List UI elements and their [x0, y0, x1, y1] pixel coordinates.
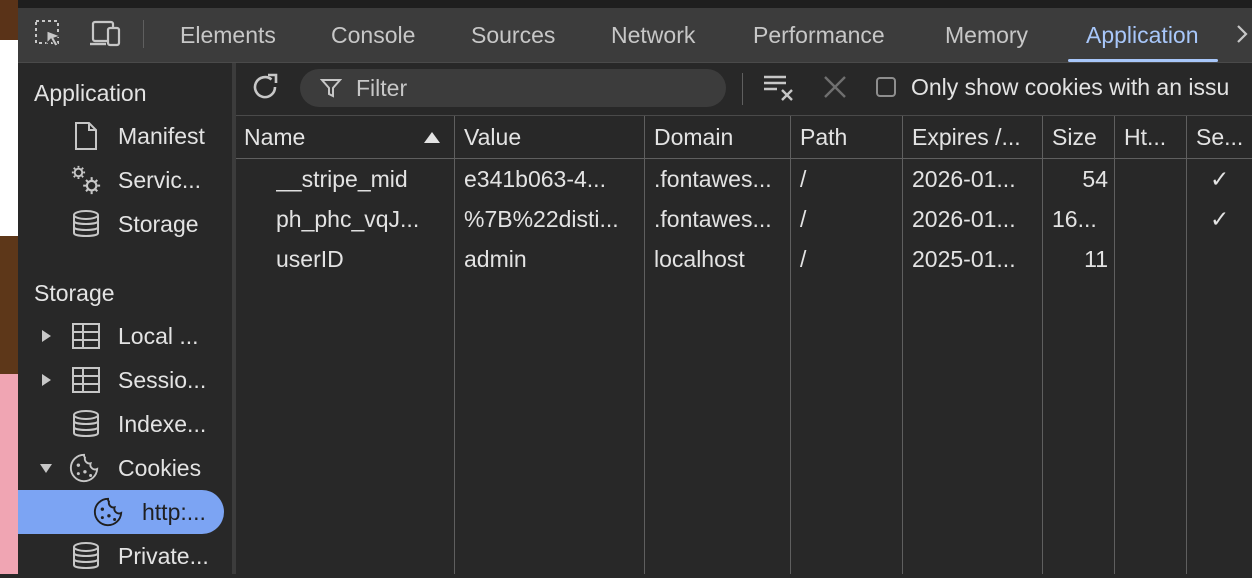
cookie-value: e341b063-4... [464, 166, 606, 192]
tab-application[interactable]: Application [1086, 18, 1199, 56]
cookie-size: 11 [1084, 246, 1108, 272]
column-header-domain[interactable]: Domain [654, 124, 784, 151]
cookie-icon [68, 452, 100, 484]
filter-input[interactable]: Filter [300, 69, 726, 107]
cookie-icon [92, 496, 124, 528]
cookie-name: ph_phc_vqJ... [276, 206, 420, 232]
cookie-path: / [800, 166, 807, 192]
tab-performance[interactable]: Performance [753, 18, 885, 56]
expand-arrow-icon[interactable] [38, 328, 54, 344]
expand-arrow-icon[interactable] [38, 372, 54, 388]
sidebar-item-label: Private... [118, 542, 209, 569]
clear-all-cookies-icon[interactable] [761, 71, 795, 103]
cookies-toolbar: Filter Only show cookies with an issu [236, 63, 1252, 116]
cookie-size: 16... [1052, 206, 1097, 232]
table-row[interactable]: __stripe_mid e341b063-4... .fontawes... … [236, 160, 1252, 200]
secure-checkmark: ✓ [1210, 206, 1230, 232]
sidebar-heading-storage: Storage [34, 280, 115, 306]
cookie-size: 54 [1082, 166, 1108, 192]
sidebar-item-label: http:... [142, 498, 206, 525]
page-strip-segment [0, 40, 18, 236]
only-issues-label: Only show cookies with an issu [911, 74, 1230, 100]
sidebar-item-manifest[interactable]: Manifest [18, 114, 224, 158]
database-icon [70, 208, 102, 240]
sidebar-item-label: Indexe... [118, 410, 207, 437]
active-tab-indicator [1068, 59, 1218, 62]
devtools-panel: Elements Console Sources Network Perform… [18, 0, 1252, 574]
sidebar-item-indexeddb[interactable]: Indexe... [18, 402, 224, 446]
filter-placeholder: Filter [356, 74, 408, 101]
sidebar-item-session-storage[interactable]: Sessio... [18, 358, 224, 402]
cookie-domain: .fontawes... [654, 166, 772, 192]
database-icon [70, 540, 102, 572]
table-header: Name Value Domain Path Expires /... Size… [236, 116, 1252, 159]
sidebar-item-private-state-tokens[interactable]: Private... [18, 534, 224, 578]
column-header-value[interactable]: Value [464, 124, 644, 151]
page-strip-segment [0, 374, 18, 574]
sidebar-item-label: Storage [118, 210, 199, 237]
sidebar-item-cookies[interactable]: Cookies [18, 446, 224, 490]
cookie-expires: 2026-01... [912, 166, 1016, 192]
tab-bar-separator [143, 20, 144, 48]
page-background-strip [0, 0, 18, 574]
tab-bar-top-strip [18, 0, 1252, 8]
cookie-path: / [800, 206, 807, 232]
tab-network[interactable]: Network [611, 18, 695, 56]
collapse-arrow-icon[interactable] [38, 460, 54, 476]
tab-memory[interactable]: Memory [945, 18, 1028, 56]
delete-selected-icon[interactable] [818, 71, 852, 103]
gears-icon [70, 164, 102, 196]
sidebar-item-cookie-origin[interactable]: http:... [18, 490, 224, 534]
table-row[interactable]: ph_phc_vqJ... %7B%22disti... .fontawes..… [236, 200, 1252, 240]
page-strip-segment [0, 0, 18, 40]
cookies-table: Name Value Domain Path Expires /... Size… [236, 116, 1252, 574]
table-icon [70, 320, 102, 352]
column-header-httponly[interactable]: Ht... [1124, 124, 1184, 151]
tab-sources[interactable]: Sources [471, 18, 555, 56]
sort-ascending-icon [424, 132, 440, 143]
refresh-icon[interactable] [248, 71, 282, 103]
table-row[interactable]: userID admin localhost / 2025-01... 11 [236, 240, 1252, 280]
cookie-name: __stripe_mid [276, 166, 408, 192]
sidebar-item-label: Servic... [118, 166, 202, 193]
sidebar-item-label: Manifest [118, 122, 205, 149]
sidebar-item-label: Sessio... [118, 366, 207, 393]
sidebar-item-storage[interactable]: Storage [18, 202, 224, 246]
database-icon [70, 408, 102, 440]
tab-console[interactable]: Console [331, 18, 415, 56]
sidebar-item-local-storage[interactable]: Local ... [18, 314, 224, 358]
cookie-expires: 2026-01... [912, 206, 1016, 232]
table-icon [70, 364, 102, 396]
column-header-secure[interactable]: Se... [1196, 124, 1252, 151]
chevron-right-icon[interactable] [1232, 18, 1252, 50]
tab-elements[interactable]: Elements [180, 18, 276, 56]
cookie-expires: 2025-01... [912, 246, 1016, 272]
application-sidebar: Application Manifest Servic... Storage S… [18, 63, 232, 574]
cookie-domain: .fontawes... [654, 206, 772, 232]
column-header-size[interactable]: Size [1052, 124, 1116, 151]
column-header-name[interactable]: Name [244, 124, 414, 151]
inspect-element-icon[interactable] [32, 18, 66, 50]
cookie-name: userID [276, 246, 344, 272]
page-strip-segment [0, 236, 18, 374]
sidebar-heading-application: Application [34, 80, 147, 106]
column-header-path[interactable]: Path [800, 124, 900, 151]
cookie-domain: localhost [654, 246, 745, 272]
device-toolbar-icon[interactable] [88, 18, 122, 50]
filter-icon [319, 77, 343, 104]
sidebar-item-service-workers[interactable]: Servic... [18, 158, 224, 202]
only-issues-checkbox[interactable] [876, 77, 896, 97]
cookie-value: admin [464, 246, 527, 272]
toolbar-separator [742, 73, 743, 105]
sidebar-item-label: Local ... [118, 322, 199, 349]
column-header-expires[interactable]: Expires /... [912, 124, 1040, 151]
sidebar-item-label: Cookies [118, 454, 202, 481]
cookie-value: %7B%22disti... [464, 206, 619, 232]
document-icon [70, 120, 102, 152]
cookie-path: / [800, 246, 807, 272]
secure-checkmark: ✓ [1210, 166, 1230, 192]
devtools-tab-bar: Elements Console Sources Network Perform… [18, 0, 1252, 63]
